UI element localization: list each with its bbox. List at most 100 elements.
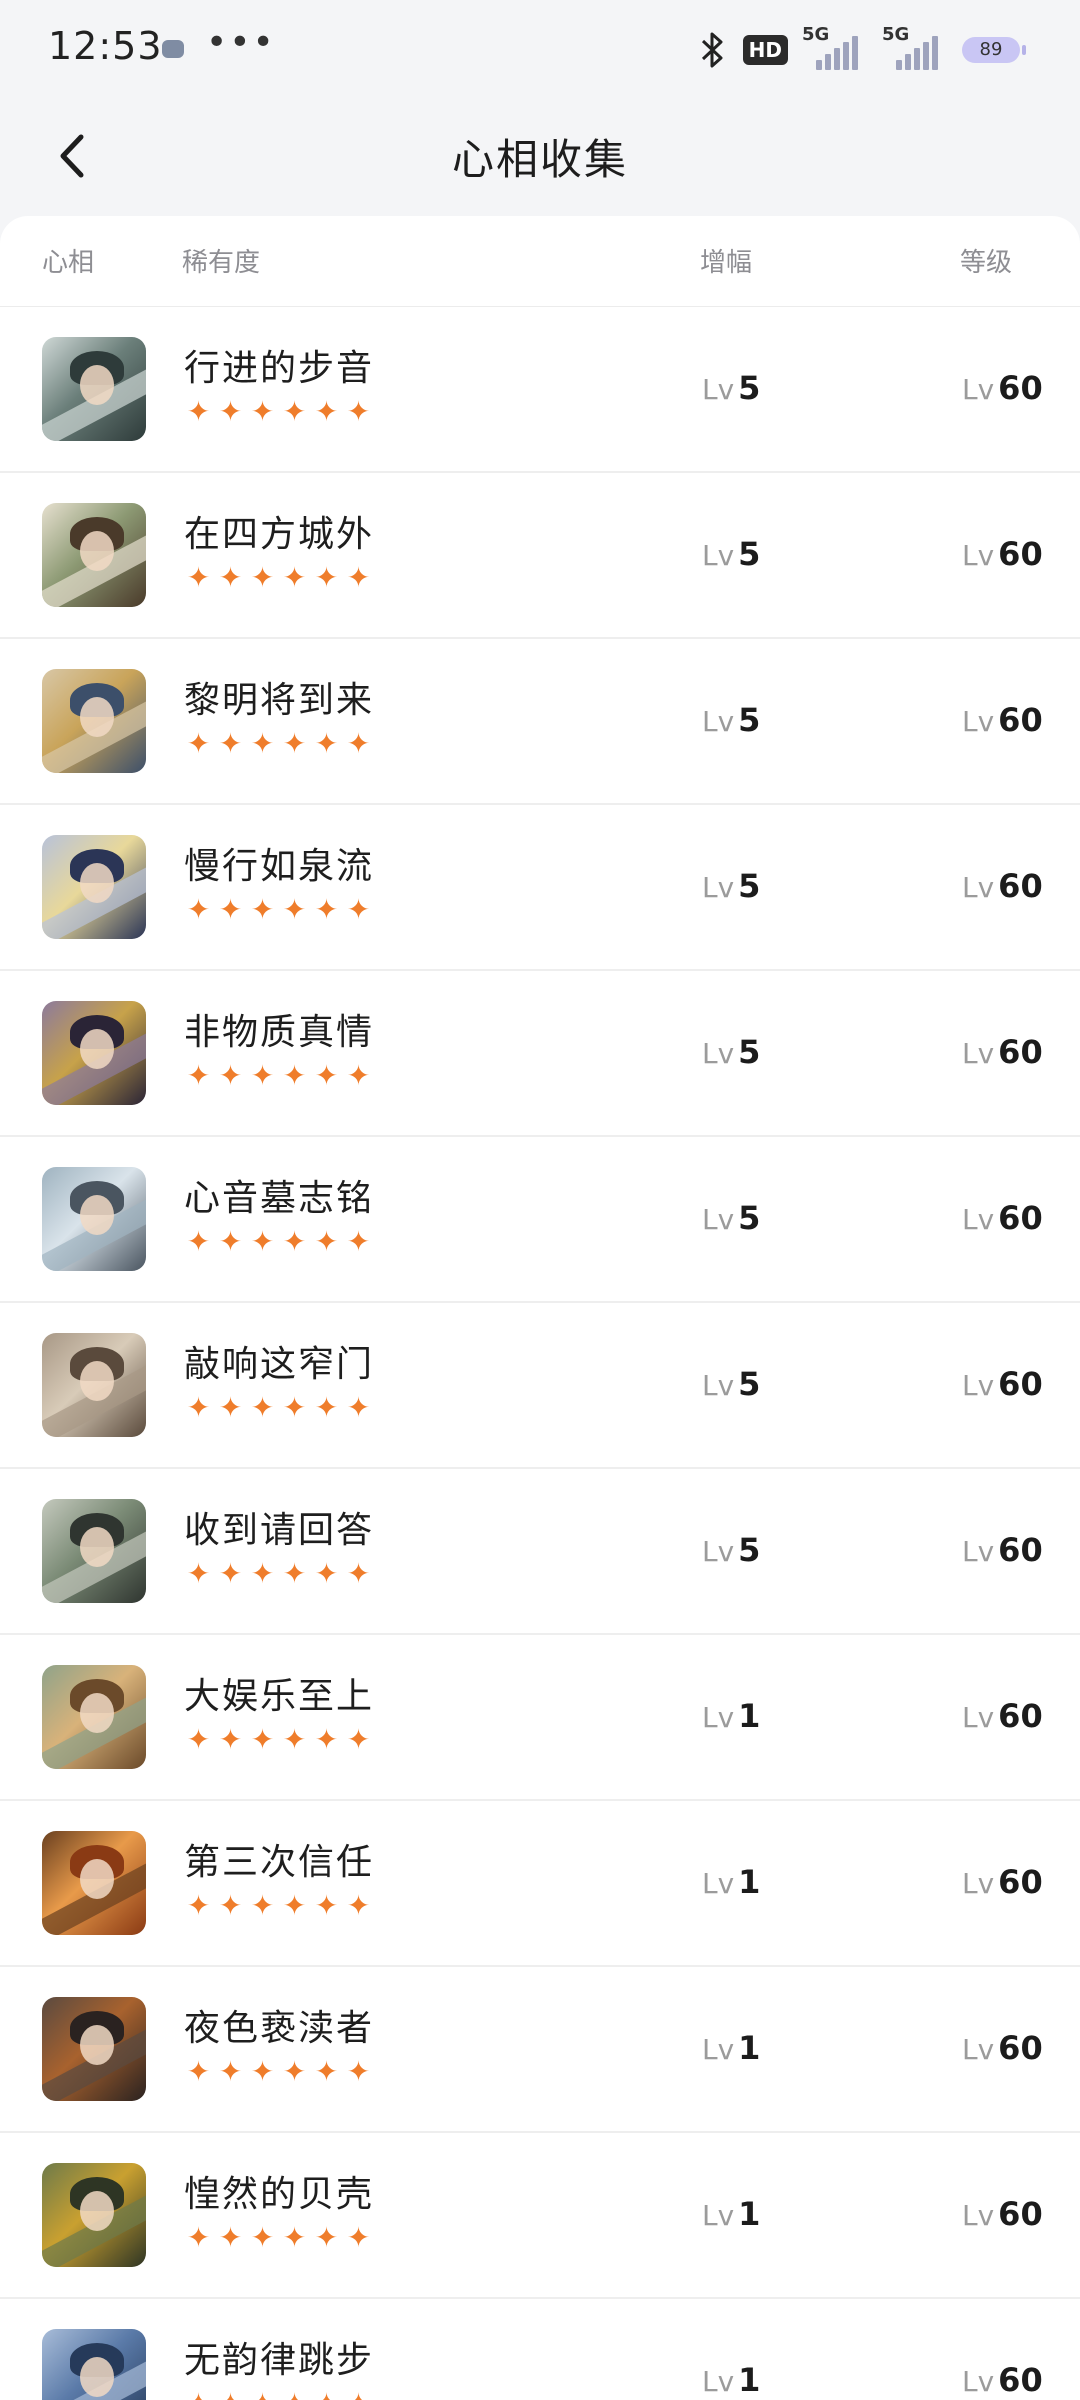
rarity-stars: ✦✦✦✦✦✦ [184,1227,373,1257]
level-value: 60 [998,2361,1043,2399]
star-icon: ✦ [314,561,339,594]
boost-level: Lv 5 [702,1531,760,1569]
star-icon: ✦ [314,893,339,926]
level-prefix: Lv [962,1535,995,1568]
level-prefix: Lv [702,373,735,406]
star-icon: ✦ [282,1225,307,1258]
star-icon: ✦ [186,1723,211,1756]
list-item[interactable]: 慢行如泉流 ✦ ✦ ✦ ✦ ✦ ✦ Lv 5 Lv 60 [0,805,1080,971]
star-icon: ✦ [250,1723,275,1756]
star-icon: ✦ [250,1557,275,1590]
boost-value: 5 [738,1365,761,1403]
rarity-stars: ✦✦✦✦✦✦ [184,895,373,925]
card-avatar [42,1167,146,1271]
star-icon: ✦ [186,2055,211,2088]
star-icon: ✦ [250,2221,275,2254]
list-item[interactable]: 无韵律跳步✦✦✦✦✦✦Lv1Lv60 [0,2299,1080,2400]
list-item[interactable]: 第三次信任 ✦ ✦ ✦ ✦ ✦ ✦ Lv 1 Lv 60 [0,1801,1080,1967]
star-icon: ✦ [282,1391,307,1424]
star-icon: ✦ [314,395,339,428]
star-icon: ✦ [218,727,243,760]
star-icon: ✦ [312,2389,341,2400]
level-prefix: Lv [962,539,995,572]
star-icon: ✦ [280,2389,309,2400]
list-item[interactable]: 心音墓志铭 ✦ ✦ ✦ ✦ ✦ ✦ Lv 5 Lv 60 [0,1137,1080,1303]
status-bar: 12:53 ••• HD 5G 5G 89 [0,0,1080,96]
star-icon: ✦ [282,561,307,594]
list-item[interactable]: 收到请回答 ✦ ✦ ✦ ✦ ✦ ✦ Lv 5 Lv 60 [0,1469,1080,1635]
page-title: 心相收集 [451,135,628,184]
star-icon: ✦ [282,1723,307,1756]
list-item[interactable]: 黎明将到来 ✦ ✦ ✦ ✦ ✦ ✦ Lv 5 Lv 60 [0,639,1080,805]
list-item[interactable]: 惶然的贝壳 ✦ ✦ ✦ ✦ ✦ ✦ Lv 1 Lv 60 [0,2133,1080,2299]
star-icon: ✦ [314,1557,339,1590]
level-prefix: Lv [962,705,995,738]
boost-value: 5 [738,369,761,407]
list-item[interactable]: 夜色亵渎者 ✦ ✦ ✦ ✦ ✦ ✦ Lv 1 Lv 60 [0,1967,1080,2133]
boost-value: 5 [738,701,761,739]
level-prefix: Lv [962,1369,995,1402]
card-level: Lv 60 [962,1365,1043,1403]
level-prefix: Lv [702,2365,735,2398]
star-icon: ✦ [186,1557,211,1590]
rarity-stars: ✦✦✦✦✦✦ [184,729,373,759]
level-value: 60 [998,867,1043,905]
star-icon: ✦ [346,1391,371,1424]
card-name: 非物质真情 [184,1012,375,1053]
star-icon: ✦ [250,1889,275,1922]
card-avatar [42,2163,146,2267]
level-prefix: Lv [962,2365,995,2398]
star-icon: ✦ [314,1723,339,1756]
star-icon: ✦ [248,2389,277,2400]
card-avatar [42,2329,146,2400]
status-time: 12:53 [48,24,163,68]
level-prefix: Lv [962,1701,995,1734]
boost-value: 5 [738,535,761,573]
star-icon: ✦ [250,395,275,428]
star-icon: ✦ [250,2055,275,2088]
list-item[interactable]: 敲响这窄门 ✦ ✦ ✦ ✦ ✦ ✦ Lv 5 Lv 60 [0,1303,1080,1469]
star-icon: ✦ [186,1225,211,1258]
card-avatar [42,1001,146,1105]
star-icon: ✦ [186,395,211,428]
star-icon: ✦ [346,2221,371,2254]
boost-level: Lv 1 [702,2029,760,2067]
list-item[interactable]: 在四方城外 ✦ ✦ ✦ ✦ ✦ ✦ Lv 5 Lv 60 [0,473,1080,639]
star-icon: ✦ [186,2221,211,2254]
boost-value: 1 [738,1863,761,1901]
star-icon: ✦ [282,2221,307,2254]
battery-icon: 89 [962,37,1026,63]
level-value: 60 [998,1531,1043,1569]
boost-level: Lv 5 [702,1033,760,1071]
level-value: 60 [998,535,1043,573]
rarity-stars: ✦✦✦✦✦✦ [184,1061,373,1091]
level-prefix: Lv [962,1867,995,1900]
star-icon: ✦ [218,1225,243,1258]
level-prefix: Lv [962,2033,995,2066]
list-item[interactable]: 大娱乐至上 ✦ ✦ ✦ ✦ ✦ ✦ Lv 1 Lv 60 [0,1635,1080,1801]
boost-level: Lv 1 [702,2361,760,2399]
card-avatar [42,1665,146,1769]
card-level: Lv 60 [962,1697,1043,1735]
collection-list: 心相 稀有度 增幅 等级 行进的步音 ✦ ✦ ✦ ✦ ✦ ✦ Lv 5 Lv 60 在四方城外 ✦ ✦ ✦ ✦… [0,216,1080,2400]
column-header-name: 心相 [42,248,95,278]
level-prefix: Lv [962,1203,995,1236]
card-avatar [42,669,146,773]
list-item[interactable]: 行进的步音 ✦ ✦ ✦ ✦ ✦ ✦ Lv 5 Lv 60 [0,307,1080,473]
star-icon: ✦ [314,1059,339,1092]
card-name: 在四方城外 [184,514,375,555]
star-icon: ✦ [186,561,211,594]
card-level: Lv 60 [962,1033,1043,1071]
boost-value: 5 [738,1033,761,1071]
card-level: Lv 60 [962,535,1043,573]
star-icon: ✦ [346,1059,371,1092]
rarity-stars: ✦✦✦✦✦✦ [184,2223,373,2253]
card-avatar [42,1831,146,1935]
star-icon: ✦ [186,893,211,926]
level-value: 60 [998,1033,1043,1071]
card-avatar [42,503,146,607]
level-prefix: Lv [702,2199,735,2232]
list-item[interactable]: 非物质真情 ✦ ✦ ✦ ✦ ✦ ✦ Lv 5 Lv 60 [0,971,1080,1137]
level-prefix: Lv [702,1369,735,1402]
level-prefix: Lv [962,373,995,406]
